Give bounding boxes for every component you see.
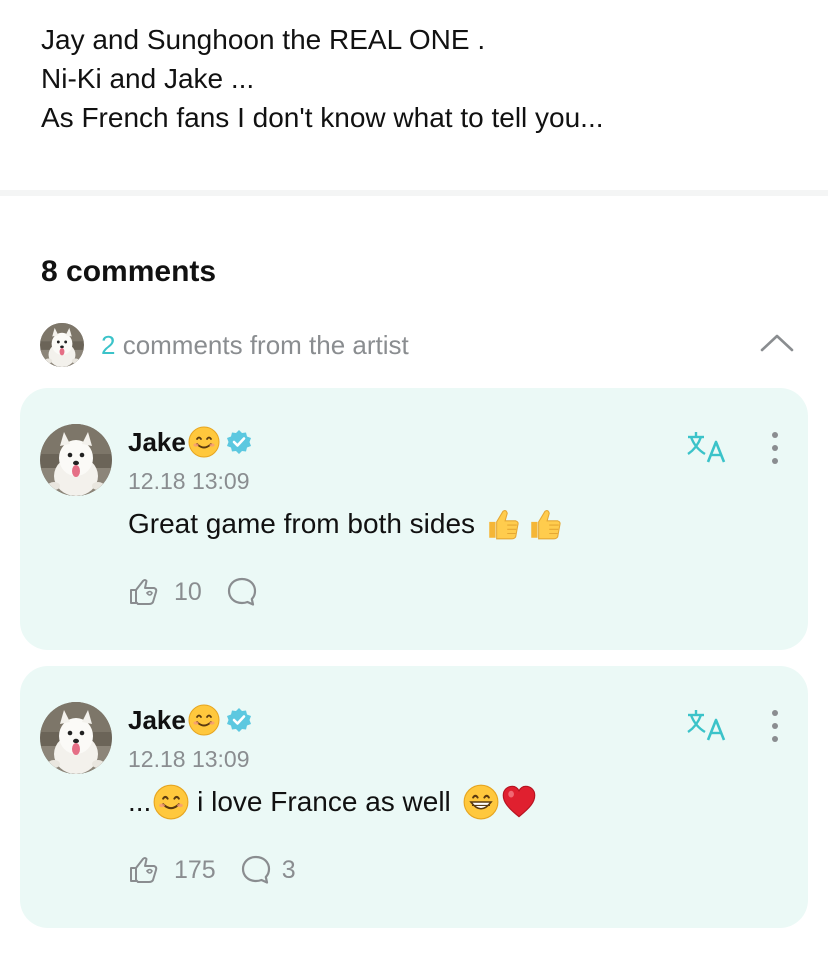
thumbs-up-emoji-icon: [530, 510, 561, 540]
like-icon[interactable]: [128, 576, 160, 608]
comment-actions: 10: [128, 576, 268, 608]
comment-text-content: i love France as well: [189, 786, 459, 817]
comment-timestamp: 12.18 13:09: [128, 746, 250, 772]
comment-card: Jake 12.18 13:09 Great game from both si…: [20, 388, 808, 650]
smiling-face-emoji-icon: [153, 784, 190, 820]
grinning-face-emoji-icon: [462, 784, 499, 820]
comment-author[interactable]: Jake: [128, 705, 186, 736]
smiling-face-emoji-icon: [187, 426, 220, 458]
comment-timestamp: 12.18 13:09: [128, 468, 250, 494]
red-heart-emoji-icon: [502, 785, 535, 818]
more-options-icon[interactable]: [768, 708, 782, 744]
translate-icon[interactable]: [686, 708, 728, 744]
post-body: Jay and Sunghoon the REAL ONE . Ni-Ki an…: [41, 20, 801, 137]
artist-comments-text: comments from the artist: [115, 329, 409, 360]
more-options-icon[interactable]: [768, 430, 782, 466]
artist-avatar: [40, 323, 84, 367]
comment-actions: 175 3: [128, 854, 296, 886]
avatar[interactable]: [40, 424, 112, 496]
comment-card: Jake 12.18 13:09 ... i love France as we…: [20, 666, 808, 928]
post-line: Ni-Ki and Jake ...: [41, 63, 255, 94]
smiling-face-emoji-icon: [187, 704, 220, 736]
reply-bubble-icon[interactable]: [226, 576, 258, 608]
verified-badge-icon: [225, 429, 252, 455]
reply-count: 3: [281, 855, 296, 884]
section-divider: [0, 190, 828, 196]
like-icon[interactable]: [128, 854, 160, 886]
artist-comments-toggle[interactable]: 2 comments from the artist: [40, 322, 795, 368]
comment-text-prefix: ...: [128, 786, 152, 817]
avatar[interactable]: [40, 702, 112, 774]
post-line: Jay and Sunghoon the REAL ONE .: [41, 24, 486, 55]
artist-comments-count: 2: [101, 329, 116, 360]
comment-text: ... i love France as well: [128, 784, 537, 820]
like-count: 175: [174, 855, 216, 884]
comment-author-row: Jake: [128, 426, 252, 458]
chevron-up-icon[interactable]: [759, 328, 795, 358]
reply-bubble-icon[interactable]: [240, 854, 272, 886]
artist-comments-label: 2 comments from the artist: [101, 330, 409, 361]
translate-icon[interactable]: [686, 430, 728, 466]
comment-author-row: Jake: [128, 704, 252, 736]
comment-author[interactable]: Jake: [128, 427, 186, 458]
comment-text-content: Great game from both sides: [128, 508, 476, 539]
verified-badge-icon: [225, 707, 252, 733]
comment-text: Great game from both sides: [128, 506, 563, 542]
like-count: 10: [174, 577, 202, 606]
comments-count-title: 8 comments: [41, 255, 217, 288]
thumbs-up-emoji-icon: [488, 510, 519, 540]
post-line: As French fans I don't know what to tell…: [41, 102, 604, 133]
